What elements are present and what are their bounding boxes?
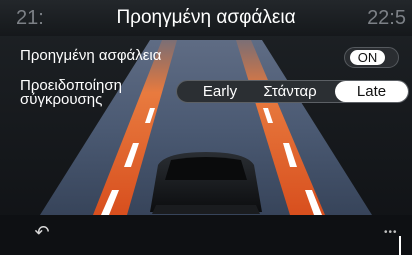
collision-warning-selector: Early Στάνταρ Late <box>176 80 409 103</box>
page-title: Προηγμένη ασφάλεια <box>116 7 296 28</box>
option-early[interactable]: Early <box>191 81 249 102</box>
toggle-on-label: ON <box>350 50 385 65</box>
option-standard[interactable]: Στάνταρ <box>255 81 325 102</box>
screen: 21: Προηγμένη ασφάλεια 22:5 Προηγμένη ασ… <box>0 0 412 255</box>
collision-warning-label-line2: σύγκρουσης <box>20 91 103 108</box>
top-bar: 21: Προηγμένη ασφάλεια 22:5 <box>0 0 412 36</box>
road-scene-illustration <box>0 0 412 255</box>
car-icon <box>150 152 262 214</box>
clock-right: 22:5 <box>367 7 406 29</box>
advanced-safety-toggle[interactable]: ON <box>344 47 399 68</box>
option-late[interactable]: Late <box>335 81 408 102</box>
more-dots-icon[interactable]: ••• <box>384 228 400 238</box>
cursor-marker <box>399 236 401 255</box>
back-arrow-icon[interactable]: ↶ <box>30 222 54 242</box>
advanced-safety-label: Προηγμένη ασφάλεια <box>20 47 162 64</box>
